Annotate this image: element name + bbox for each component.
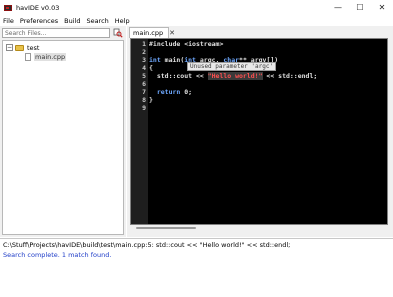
tree-item-main-cpp[interactable]: main.cpp [25, 52, 67, 61]
app-icon [4, 4, 12, 11]
line-number: 7 [142, 88, 146, 96]
menu-search[interactable]: Search [86, 17, 108, 25]
find-icon[interactable] [112, 28, 124, 38]
line-number: 9 [142, 104, 146, 112]
code-line-7: return 0; [149, 88, 192, 96]
menu-file[interactable]: File [3, 17, 14, 25]
line-number: 6 [142, 80, 146, 88]
code-line-8: } [149, 96, 153, 104]
file-search-input[interactable] [2, 28, 110, 38]
code-text: << std::endl; [262, 72, 318, 80]
code-text: 0; [180, 88, 193, 96]
tree-item-label: main.cpp [34, 52, 67, 61]
code-line-5: std::cout << "Hello world!" << std::endl… [149, 72, 317, 80]
editor-pane: main.cpp ✕ 1 2 3 4 5 6 7 8 9 #include <i… [127, 26, 393, 237]
file-tree: − test main.cpp [2, 40, 124, 235]
menu-preferences[interactable]: Preferences [20, 17, 58, 25]
tab-label: main.cpp [133, 29, 164, 37]
code-keyword: int [149, 56, 161, 64]
tree-item-test[interactable]: − test [6, 43, 39, 52]
code-line-1: #include <iostream> [149, 40, 223, 48]
tab-bar: main.cpp ✕ [129, 26, 389, 38]
code-string: "Hello world!" [207, 72, 263, 80]
line-number: 8 [142, 96, 146, 104]
code-line-4: { [149, 64, 153, 72]
scrollbar-thumb[interactable] [136, 227, 196, 229]
file-browser-pane: − test main.cpp [0, 26, 126, 237]
minimize-button[interactable]: — [327, 0, 349, 15]
line-number: 4 [142, 64, 146, 72]
line-number: 1 [142, 40, 146, 48]
code-text: } [149, 96, 153, 104]
search-result-line[interactable]: C:\Stuff\Projects\havIDE\build\test\main… [3, 241, 290, 249]
output-panel: C:\Stuff\Projects\havIDE\build\test\main… [0, 238, 393, 297]
title-bar: havIDE v0.03 — ☐ ✕ [0, 0, 393, 15]
file-search-row [2, 28, 124, 38]
horizontal-scrollbar[interactable] [130, 225, 388, 231]
menu-bar: File Preferences Build Search Help [0, 15, 393, 26]
collapse-icon[interactable]: − [6, 44, 13, 51]
menu-help[interactable]: Help [115, 17, 130, 25]
code-text: std::cout << [149, 72, 208, 80]
code-keyword: return [156, 88, 181, 96]
code-text: main( [160, 56, 185, 64]
close-icon[interactable]: ✕ [169, 29, 175, 37]
close-window-button[interactable]: ✕ [371, 0, 393, 15]
code-text: { [149, 64, 153, 72]
menu-build[interactable]: Build [64, 17, 80, 25]
line-number: 3 [142, 56, 146, 64]
code-text: <iostream> [184, 40, 224, 48]
code-editor[interactable]: 1 2 3 4 5 6 7 8 9 #include <iostream> in… [130, 38, 388, 225]
code-text: #include [149, 40, 185, 48]
line-number: 2 [142, 48, 146, 56]
warning-tooltip: Unused parameter 'argc' [187, 62, 277, 71]
file-icon [25, 52, 31, 61]
folder-icon [15, 44, 24, 51]
line-number-gutter: 1 2 3 4 5 6 7 8 9 [131, 39, 148, 224]
window-title: havIDE v0.03 [16, 3, 60, 12]
search-status: Search complete. 1 match found. [3, 251, 112, 259]
tree-item-label: test [27, 43, 40, 52]
line-number: 5 [142, 72, 146, 80]
window-controls: — ☐ ✕ [327, 0, 393, 15]
maximize-button[interactable]: ☐ [349, 0, 371, 15]
tab-main-cpp[interactable]: main.cpp ✕ [129, 27, 175, 38]
